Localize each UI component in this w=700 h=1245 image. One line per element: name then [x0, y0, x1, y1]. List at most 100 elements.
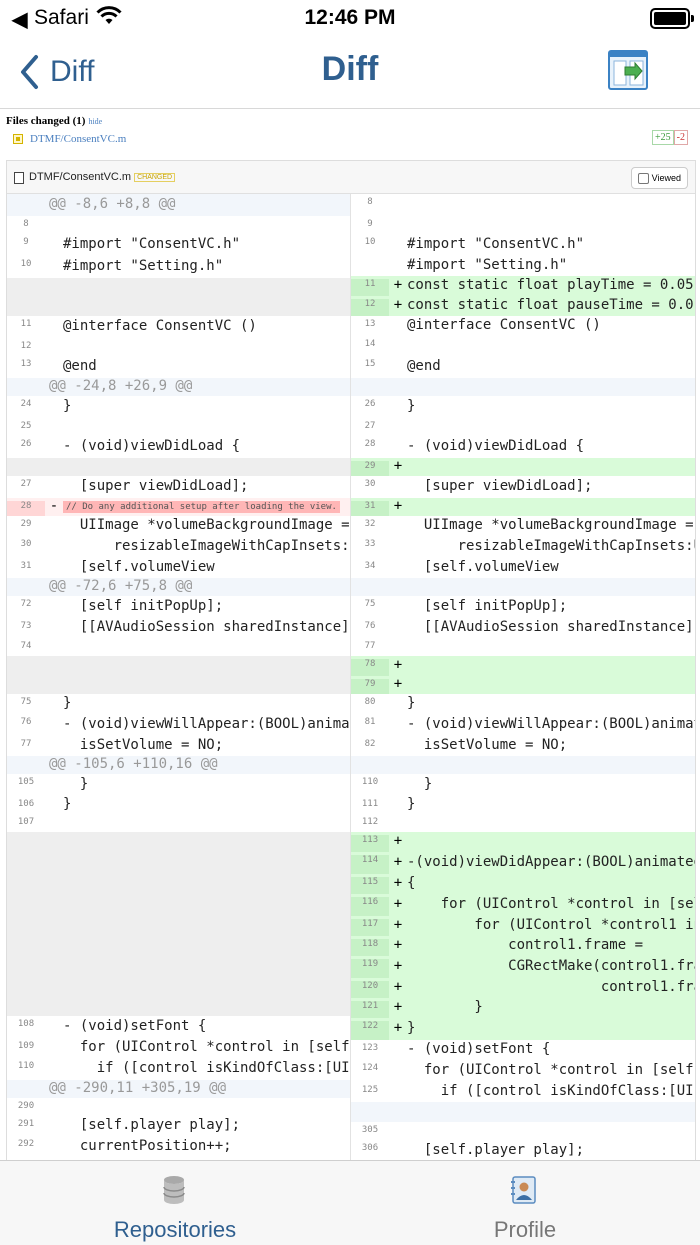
- diff-line: 74: [7, 638, 350, 656]
- hunk-range: @@ -72,6 +75,8 @@: [49, 578, 193, 594]
- line-number: 12: [20, 341, 32, 351]
- line-number: 31: [351, 501, 389, 516]
- diff-line: 75}: [7, 694, 350, 714]
- code-text: #import "ConsentVC.h": [63, 236, 241, 252]
- hunk-header: @@ -105,6 +110,16 @@: [7, 756, 350, 774]
- code-text: #import "Setting.h": [407, 257, 568, 273]
- diff-line: 10 #import "Setting.h": [7, 256, 350, 278]
- line-number: 80: [364, 697, 376, 707]
- diff-line: 34 [self.volumeView: [351, 558, 695, 578]
- line-number: 75: [20, 697, 32, 707]
- diff-line: 121 + }: [351, 998, 695, 1018]
- battery-icon: [650, 8, 694, 29]
- diff-line: 114 + -(void)viewDidAppear:(BOOL)animated …: [351, 852, 695, 874]
- navigation-bar: Diff Diff: [0, 36, 700, 109]
- code-text: [self initPopUp];: [407, 598, 568, 614]
- diff-line: 8: [7, 216, 350, 234]
- line-number: 28: [7, 501, 45, 516]
- line-number: 119: [351, 959, 389, 978]
- added-marker: +: [393, 875, 403, 891]
- status-bar: ◀ Safari 12:46 PM: [0, 0, 700, 36]
- code-text: - (void)viewDidLoad {: [63, 438, 241, 454]
- line-number: 115: [351, 877, 389, 894]
- added-marker: +: [393, 937, 403, 953]
- code-text: resizableImageWithCapInsets:UIEdgeInsets…: [113, 538, 350, 554]
- added-marker: +: [393, 917, 403, 933]
- diff-line: 106}: [7, 796, 350, 814]
- code-text: - (void)viewDidLoad {: [407, 438, 585, 454]
- diff-line: 30 resizableImageWithCapInsets:UIEdgeIns…: [7, 536, 350, 558]
- diff-line: 32 UIImage *volumeBackgroundImage = [UII…: [351, 516, 695, 536]
- line-number: 81: [364, 717, 376, 727]
- line-number: 305: [361, 1125, 379, 1135]
- code-text: resizableImageWithCapInsets:UIEdgeInsets…: [457, 538, 695, 554]
- removed-marker: -: [49, 498, 59, 514]
- line-number: 76: [20, 717, 32, 727]
- line-number: 30: [20, 539, 32, 549]
- hunk-header: [351, 756, 695, 774]
- changed-file-link[interactable]: DTMF/ConsentVC.m: [30, 133, 126, 145]
- diff-line: 81 - (void)viewWillAppear:(BOOL)animated …: [351, 714, 695, 736]
- hide-link[interactable]: hide: [88, 117, 102, 126]
- diff-line: 119+ CGRectMake(control1.frame.origin.x,: [351, 956, 695, 978]
- diff-line: 25: [7, 418, 350, 436]
- line-number: 112: [361, 817, 379, 827]
- code-text: @end: [407, 358, 441, 374]
- added-marker: +: [393, 958, 403, 974]
- line-number: [351, 259, 389, 276]
- line-number: 114: [351, 855, 389, 874]
- line-number: 27: [364, 421, 376, 431]
- hunk-header: [351, 578, 695, 596]
- diff-line: 11 + const static float playTime = 0.05;: [351, 276, 695, 296]
- diff-line: 33 resizableImageWithCapInsets:UIEdgeIns…: [351, 536, 695, 558]
- diff-stats: +25 -2: [652, 130, 688, 145]
- line-number: 11: [20, 319, 32, 329]
- diff-line: 77 isSetVolume = NO;: [7, 736, 350, 756]
- code-text: }: [63, 398, 72, 414]
- code-text: - (void)viewWillAppear:(BOOL)animated {: [407, 716, 695, 732]
- viewed-toggle[interactable]: Viewed: [630, 167, 688, 189]
- deletions-count: -2: [673, 130, 688, 145]
- code-text: -(void)viewDidAppear:(BOOL)animated {: [407, 854, 695, 870]
- line-number: 77: [364, 641, 376, 651]
- toggle-view-button[interactable]: [608, 50, 648, 90]
- diff-line: 73 [[AVAudioSession sharedInstance] setA…: [7, 618, 350, 638]
- added-marker: +: [393, 896, 403, 912]
- diff-line: 15 @end: [351, 356, 695, 378]
- diff-line: 30 [super viewDidLoad];: [351, 476, 695, 498]
- diff-line: 13 @interface ConsentVC (): [351, 316, 695, 336]
- database-icon: [163, 1176, 185, 1204]
- modified-file-icon: [13, 134, 23, 145]
- diff-line: 76 [[AVAudioSession sharedInstance] setA…: [351, 618, 695, 638]
- viewed-checkbox[interactable]: [637, 172, 649, 184]
- diff-line: 28-// Do any additional setup after load…: [7, 498, 350, 516]
- diff-line: #import "Setting.h": [351, 256, 695, 276]
- changed-badge: CHANGED: [134, 173, 176, 182]
- changed-file-item[interactable]: DTMF/ConsentVC.m +25 -2: [13, 130, 688, 149]
- line-number: 117: [351, 919, 389, 936]
- old-file-pane: @@ -8,6 +8,8 @@ 8 9 #import "ConsentVC.h" 10…: [7, 194, 351, 1161]
- diff-line: 29 UIImage *volumeBackgroundImage = [UII…: [7, 516, 350, 536]
- diff-line: 110 if ([control isKindOfClass:[UILabel …: [7, 1058, 350, 1080]
- code-text: isSetVolume = NO;: [63, 737, 224, 753]
- diff-line: 14: [351, 336, 695, 356]
- diff-line: 12: [7, 338, 350, 356]
- diff-line: 75 [self initPopUp];: [351, 596, 695, 618]
- files-changed-title: Files changed (1): [6, 115, 86, 127]
- code-text: }: [407, 776, 433, 792]
- line-number: 8: [367, 197, 373, 207]
- diff-line: 111}: [351, 796, 695, 814]
- code-text: for (UIControl *control in [self.view su…: [423, 1062, 695, 1078]
- diff-line: 77: [351, 638, 695, 656]
- code-text: @interface ConsentVC (): [407, 317, 601, 333]
- tab-repositories-label: Repositories: [113, 1217, 237, 1242]
- hunk-range: @@ -105,6 +110,16 @@: [49, 756, 218, 772]
- line-number: 106: [17, 799, 35, 809]
- added-marker: +: [393, 297, 403, 313]
- page-title: Diff: [321, 50, 379, 88]
- diff-line: 117+ for (UIControl *control1 in [contro…: [351, 916, 695, 936]
- tab-profile[interactable]: Profile: [350, 1161, 700, 1245]
- tab-repositories[interactable]: Repositories: [0, 1161, 350, 1245]
- diff-spacer: [7, 458, 350, 476]
- line-number: 9: [23, 237, 29, 247]
